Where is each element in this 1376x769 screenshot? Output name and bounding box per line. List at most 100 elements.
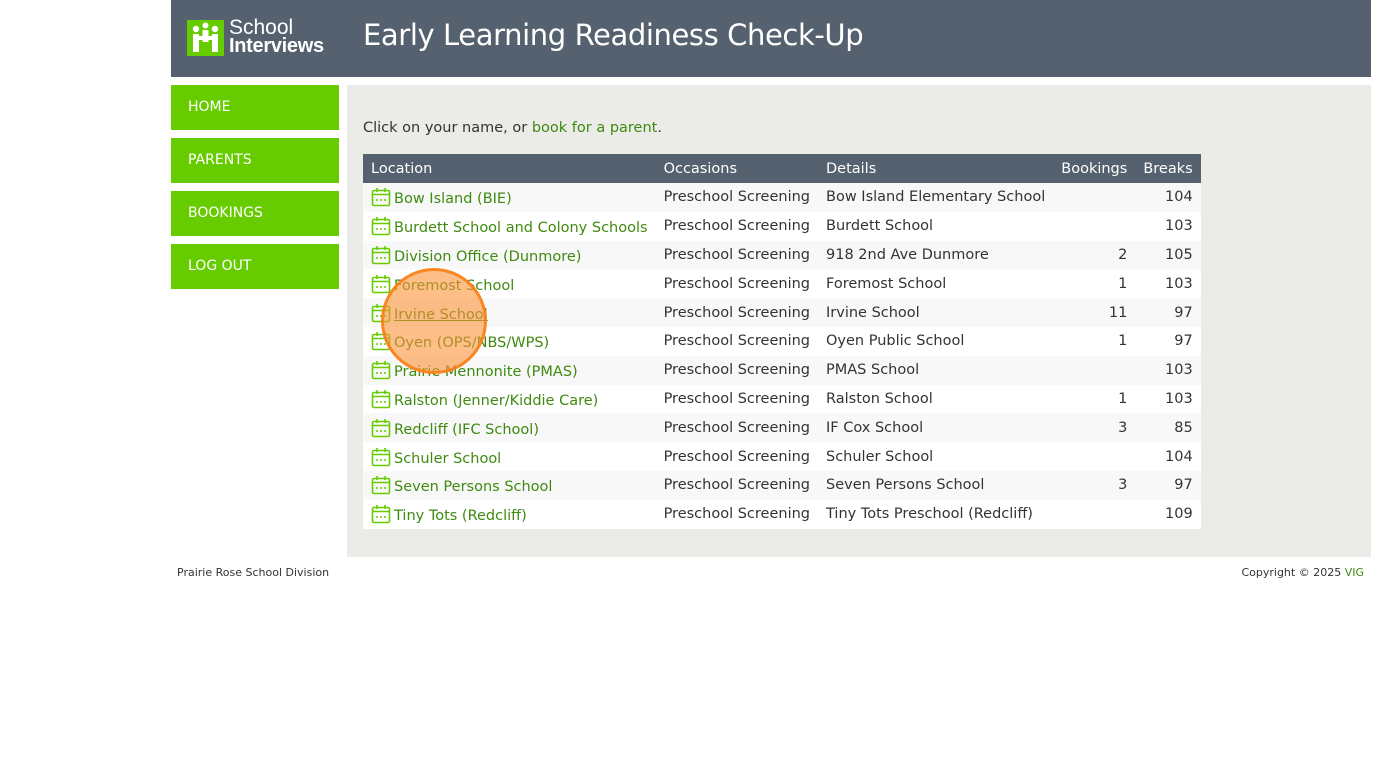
calendar-icon[interactable]	[371, 504, 391, 524]
location-link[interactable]: Foremost School	[394, 278, 514, 294]
copyright-text: Copyright © 2025	[1241, 566, 1345, 579]
cell-breaks: 109	[1135, 499, 1201, 529]
location-link[interactable]: Ralston (Jenner/Kiddie Care)	[394, 393, 598, 409]
table-header-row: Location Occasions Details Bookings Brea…	[363, 154, 1201, 183]
location-link[interactable]: Division Office (Dunmore)	[394, 249, 581, 265]
intro-prefix: Click on your name, or	[363, 120, 532, 136]
book-for-parent-link[interactable]: book for a parent	[532, 120, 658, 136]
calendar-icon[interactable]	[371, 187, 391, 207]
column-header-breaks: Breaks	[1135, 154, 1201, 183]
intro-suffix: .	[657, 120, 662, 136]
footer-copyright: Copyright © 2025 VIG	[1241, 566, 1364, 579]
calendar-icon[interactable]	[371, 360, 391, 380]
table-row: Ralston (Jenner/Kiddie Care) Preschool Sc…	[363, 384, 1201, 414]
location-link[interactable]: Seven Persons School	[394, 479, 552, 495]
location-link[interactable]: Prairie Mennonite (PMAS)	[394, 364, 578, 380]
cell-bookings	[1053, 355, 1136, 385]
cell-bookings	[1053, 499, 1136, 529]
table-row: Oyen (OPS/NBS/WPS) Preschool Screening Oye…	[363, 326, 1201, 356]
cell-details: Bow Island Elementary School	[818, 183, 1054, 212]
cell-occasion: Preschool Screening	[655, 240, 818, 270]
cell-location: Seven Persons School	[363, 470, 656, 500]
cell-occasion: Preschool Screening	[655, 183, 818, 212]
column-header-details: Details	[818, 154, 1054, 183]
vendor-link[interactable]: VIG	[1345, 566, 1364, 579]
cell-bookings: 2	[1053, 240, 1136, 270]
logo-text: School Interviews	[229, 17, 324, 57]
cell-details: IF Cox School	[818, 413, 1054, 443]
calendar-icon[interactable]	[371, 447, 391, 467]
table-row: Prairie Mennonite (PMAS) Preschool Screen…	[363, 355, 1201, 385]
cell-occasion: Preschool Screening	[655, 298, 818, 327]
cell-occasion: Preschool Screening	[655, 269, 818, 299]
calendar-icon[interactable]	[371, 418, 391, 438]
cell-occasion: Preschool Screening	[655, 211, 818, 241]
location-link[interactable]: Irvine School	[394, 307, 488, 323]
column-header-bookings: Bookings	[1053, 154, 1136, 183]
cell-bookings: 11	[1053, 298, 1136, 327]
cell-details: Oyen Public School	[818, 326, 1054, 356]
cell-occasion: Preschool Screening	[655, 413, 818, 443]
calendar-icon[interactable]	[371, 216, 391, 236]
cell-bookings: 3	[1053, 470, 1136, 500]
cell-details: Irvine School	[818, 298, 1054, 327]
table-row: Bow Island (BIE) Preschool Screening Bow I…	[363, 183, 1201, 212]
cell-details: Burdett School	[818, 211, 1054, 241]
main-panel: Click on your name, or book for a parent…	[347, 85, 1371, 557]
cell-location: Division Office (Dunmore)	[363, 240, 656, 270]
calendar-icon[interactable]	[371, 303, 391, 323]
nav-parents[interactable]: PARENTS	[171, 138, 339, 183]
location-link[interactable]: Tiny Tots (Redcliff)	[394, 508, 527, 524]
cell-location: Foremost School	[363, 269, 656, 299]
cell-breaks: 97	[1135, 298, 1201, 327]
cell-bookings: 3	[1053, 413, 1136, 443]
location-link[interactable]: Burdett School and Colony Schools	[394, 220, 648, 236]
nav-log-out[interactable]: LOG OUT	[171, 244, 339, 289]
cell-bookings: 1	[1053, 269, 1136, 299]
calendar-icon[interactable]	[371, 389, 391, 409]
cell-details: Ralston School	[818, 384, 1054, 414]
cell-breaks: 104	[1135, 183, 1201, 212]
logo[interactable]: School Interviews	[187, 17, 337, 58]
cell-details: Tiny Tots Preschool (Redcliff)	[818, 499, 1054, 529]
cell-breaks: 103	[1135, 269, 1201, 299]
cell-breaks: 104	[1135, 442, 1201, 471]
location-link[interactable]: Oyen (OPS/NBS/WPS)	[394, 335, 549, 351]
cell-details: Schuler School	[818, 442, 1054, 471]
calendar-icon[interactable]	[371, 245, 391, 265]
cell-breaks: 103	[1135, 355, 1201, 385]
cell-details: Seven Persons School	[818, 470, 1054, 500]
table-row: Division Office (Dunmore) Preschool Scree…	[363, 240, 1201, 270]
cell-occasion: Preschool Screening	[655, 499, 818, 529]
cell-breaks: 97	[1135, 470, 1201, 500]
cell-location: Oyen (OPS/NBS/WPS)	[363, 326, 656, 356]
page-title: Early Learning Readiness Check-Up	[363, 18, 864, 52]
intro-text: Click on your name, or book for a parent…	[363, 120, 662, 136]
logo-line-2: Interviews	[229, 35, 324, 57]
location-link[interactable]: Schuler School	[394, 451, 501, 467]
cell-occasion: Preschool Screening	[655, 326, 818, 356]
school-interviews-logo-icon	[187, 20, 224, 56]
table-row: Seven Persons School Preschool Screening S…	[363, 470, 1201, 500]
table-row: Irvine School Preschool Screening Irvine S…	[363, 298, 1201, 327]
column-header-location: Location	[363, 154, 656, 183]
location-link[interactable]: Bow Island (BIE)	[394, 191, 512, 207]
cell-location: Bow Island (BIE)	[363, 183, 656, 212]
cell-breaks: 105	[1135, 240, 1201, 270]
table-row: Redcliff (IFC School) Preschool Screening…	[363, 413, 1201, 443]
table-body: Bow Island (BIE) Preschool Screening Bow I…	[363, 183, 1201, 529]
cell-bookings	[1053, 211, 1136, 241]
location-link[interactable]: Redcliff (IFC School)	[394, 422, 539, 438]
table-row: Foremost School Preschool Screening Foremo…	[363, 269, 1201, 299]
cell-location: Redcliff (IFC School)	[363, 413, 656, 443]
table-row: Burdett School and Colony Schools Prescho…	[363, 211, 1201, 241]
calendar-icon[interactable]	[371, 274, 391, 294]
nav-bookings[interactable]: BOOKINGS	[171, 191, 339, 236]
cell-location: Irvine School	[363, 298, 656, 327]
nav-home[interactable]: HOME	[171, 85, 339, 130]
calendar-icon[interactable]	[371, 331, 391, 351]
header-bar: School Interviews Early Learning Readine…	[171, 0, 1371, 77]
column-header-occasions: Occasions	[655, 154, 818, 183]
cell-location: Schuler School	[363, 442, 656, 471]
calendar-icon[interactable]	[371, 475, 391, 495]
